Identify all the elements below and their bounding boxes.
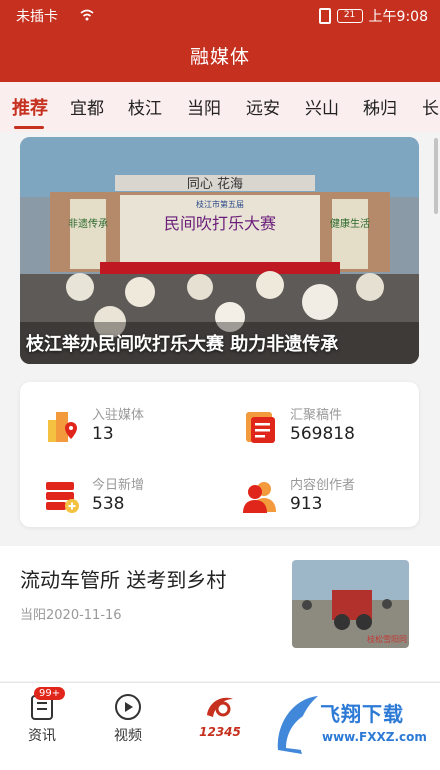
- news-meta: 当阳2020-11-16: [20, 608, 122, 623]
- add-list-icon: [46, 482, 79, 513]
- tab-recommend[interactable]: 推荐: [12, 94, 48, 120]
- watermark-url: www.FXXZ.com: [322, 730, 427, 744]
- tab-dangyang[interactable]: 当阳: [187, 94, 221, 119]
- stat-label: 内容创作者: [290, 478, 356, 493]
- stage-banner-title: 民间吹打乐大赛: [164, 214, 276, 233]
- stats-card: 入驻媒体 13 汇聚稿件 569818 今日新增 538 内容创作者 913: [20, 382, 419, 527]
- tab-chang[interactable]: 长: [422, 94, 439, 119]
- thumb-caption: 枝松雪阳同: [367, 634, 407, 644]
- tab-zhijiang[interactable]: 枝江: [128, 94, 162, 119]
- stat-label: 入驻媒体: [92, 408, 145, 423]
- app-header: 未插卡 21 上午9:08 融媒体: [0, 0, 440, 82]
- active-tab-indicator: [14, 126, 44, 129]
- nav-label: 12345: [199, 725, 241, 739]
- watermark-text: 飞翔下载: [320, 702, 404, 726]
- document-list-icon: [246, 412, 275, 443]
- watermark-logo-icon: [277, 696, 318, 754]
- news-list-item[interactable]: 流动车管所 送考到乡村 当阳2020-11-16 枝松雪阳同: [0, 546, 440, 681]
- nav-label: 视频: [114, 728, 142, 744]
- wifi-icon: [80, 9, 94, 21]
- status-bar: 未插卡 21 上午9:08: [0, 0, 440, 32]
- tab-yuanan[interactable]: 远安: [246, 94, 280, 119]
- stage-subtitle: 枝江市第五届: [196, 199, 244, 209]
- stage-left-scroll: 非遗传承: [68, 217, 108, 230]
- nav-news[interactable]: 99+ 资讯: [12, 687, 72, 745]
- stat-today-new[interactable]: 今日新增 538: [44, 472, 234, 522]
- scrollbar-thumb[interactable]: [434, 138, 438, 214]
- vibrate-icon: [318, 8, 331, 24]
- stat-value: 913: [290, 494, 323, 514]
- battery-icon: 21: [336, 9, 363, 23]
- users-icon: [243, 482, 276, 513]
- stat-media[interactable]: 入驻媒体 13: [44, 402, 234, 452]
- play-icon: [115, 694, 141, 720]
- notification-badge: 99+: [34, 687, 66, 700]
- stage-sign: 同心 花海: [187, 176, 243, 192]
- stat-value: 13: [92, 424, 114, 444]
- stage-right-scroll: 健康生活: [330, 217, 370, 230]
- building-location-icon: [48, 412, 77, 442]
- tab-xingshan[interactable]: 兴山: [305, 94, 339, 119]
- stat-creators[interactable]: 内容创作者 913: [242, 472, 432, 522]
- watermark: 飞翔下载 www.FXXZ.com: [272, 690, 432, 764]
- tab-zigui[interactable]: 秭归: [363, 94, 397, 119]
- nav-hotline[interactable]: 12345: [190, 693, 250, 739]
- page-title: 融媒体: [189, 46, 250, 68]
- carrier-text: 未插卡: [16, 9, 58, 25]
- hotline-logo-icon: [207, 697, 233, 717]
- featured-banner[interactable]: 同心 花海 枝江市第五届 民间吹打乐大赛 非遗传承 健康生活 枝江举办民间吹打乐…: [20, 137, 419, 364]
- news-title: 流动车管所 送考到乡村: [20, 568, 227, 592]
- tab-yidu[interactable]: 宜都: [70, 94, 104, 119]
- stat-label: 汇聚稿件: [290, 408, 343, 423]
- clock: 上午9:08: [368, 9, 428, 25]
- stat-value: 569818: [290, 424, 355, 444]
- nav-label: 资讯: [28, 728, 56, 744]
- stat-articles[interactable]: 汇聚稿件 569818: [242, 402, 432, 452]
- nav-video[interactable]: 视频: [98, 693, 158, 745]
- stat-label: 今日新增: [92, 478, 145, 493]
- news-thumbnail-image: 枝松雪阳同: [292, 560, 409, 648]
- news-thumbnail: 枝松雪阳同: [292, 560, 409, 648]
- banner-caption: 枝江举办民间吹打乐大赛 助力非遗传承: [26, 334, 339, 355]
- channel-tabs: 推荐 宜都 枝江 当阳 远安 兴山 秭归 长: [0, 82, 440, 132]
- stat-value: 538: [92, 494, 125, 514]
